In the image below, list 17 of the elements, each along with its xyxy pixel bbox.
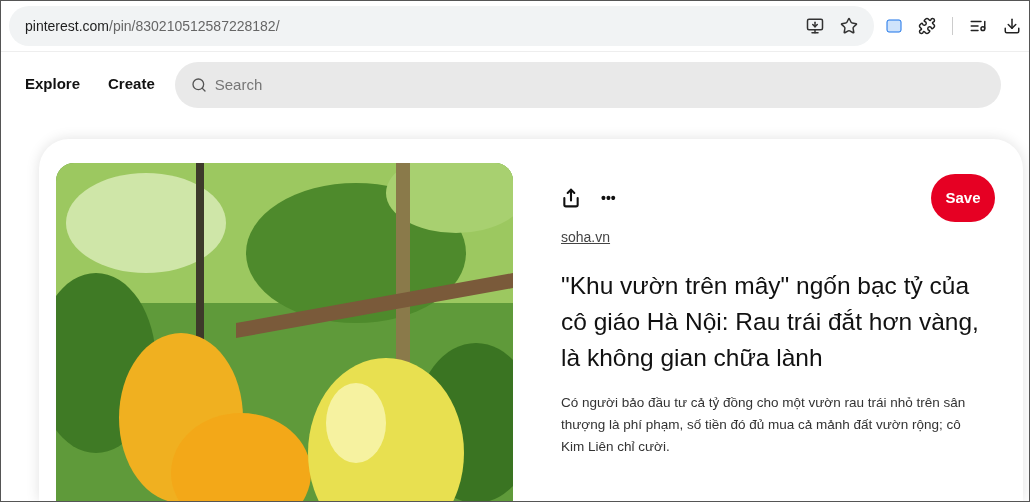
share-icon[interactable] <box>561 188 581 208</box>
source-link[interactable]: soha.vn <box>561 227 611 248</box>
url-text: pinterest.com/pin/830210512587228182/ <box>25 16 280 36</box>
nav-link[interactable]: Explore <box>25 73 81 96</box>
pin-description: Có người bảo đầu tư cả tỷ đồng cho một vườn rau trái nhỏ trên sân thượng là phí phạm, số tiền đó đủ mua cả mảnh đất vườn rộng; cô Kim Liên chỉ cười. <box>561 394 967 456</box>
pin-title: "Khu vườn trên mây" ngốn bạc tỷ của cô giáo Hà Nội: Rau trái đắt hơn vàng, là không gian chữa lành <box>561 271 980 373</box>
reader-icon[interactable] <box>886 19 902 33</box>
extensions-icon[interactable] <box>918 17 936 35</box>
download-icon[interactable] <box>1003 17 1021 35</box>
save-button[interactable]: Save <box>931 174 995 222</box>
bookmark-star-icon[interactable] <box>840 17 858 35</box>
search-field[interactable]: Search <box>174 61 1001 108</box>
address-bar[interactable]: pinterest.com/pin/830210512587228182/ <box>9 6 874 46</box>
more-button[interactable]: ••• <box>601 187 616 209</box>
search-icon <box>190 76 207 93</box>
nav-link[interactable]: Create <box>108 73 155 96</box>
install-app-icon[interactable] <box>806 17 824 35</box>
